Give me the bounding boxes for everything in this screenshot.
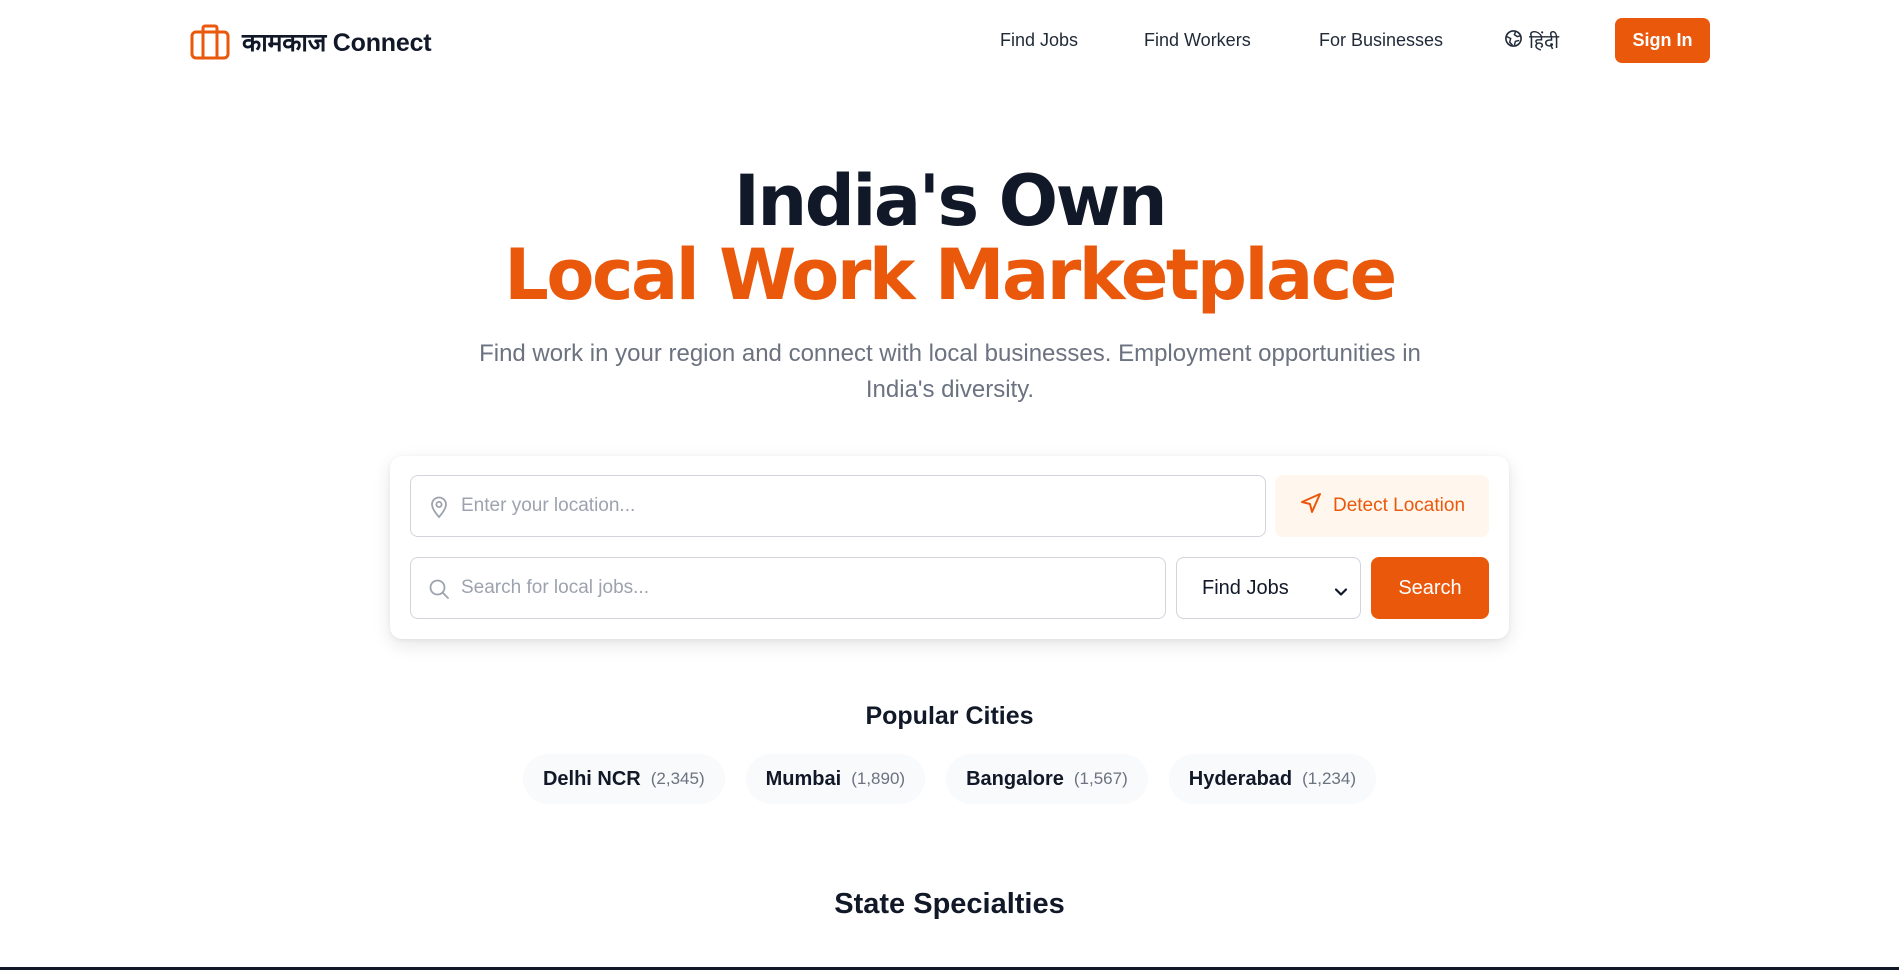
hero-title-line1: India's Own — [733, 160, 1168, 242]
detect-location-label: Detect Location — [1332, 495, 1466, 516]
popular-cities-title: Popular Cities — [865, 702, 1034, 730]
city-name: Delhi NCR — [542, 767, 641, 790]
city-chip-hyderabad[interactable]: Hyderabad (1,234) — [1168, 754, 1377, 804]
city-chip-mumbai[interactable]: Mumbai (1,890) — [745, 754, 926, 804]
hero-subtitle: Find work in your region and connect wit… — [479, 340, 1421, 403]
sign-in-button[interactable]: Sign In — [1615, 18, 1710, 63]
search-mode-select[interactable]: Find Jobs — [1176, 557, 1361, 619]
detect-location-button[interactable]: Detect Location — [1275, 475, 1489, 537]
city-count: (1,567) — [1073, 769, 1128, 788]
search-mode-value: Find Jobs — [1202, 576, 1289, 599]
location-field[interactable] — [410, 475, 1266, 537]
search-icon — [427, 577, 451, 601]
navigation-arrow-icon — [1299, 491, 1323, 521]
state-specialties-title: State Specialties — [834, 888, 1065, 920]
search-button[interactable]: Search — [1371, 557, 1489, 619]
globe-icon — [1504, 29, 1523, 54]
city-chip-bangalore[interactable]: Bangalore (1,567) — [946, 754, 1148, 804]
job-search-field[interactable] — [410, 557, 1166, 619]
city-chip-delhi-ncr[interactable]: Delhi NCR (2,345) — [522, 754, 725, 804]
map-pin-icon — [427, 495, 451, 519]
city-name: Hyderabad — [1188, 767, 1293, 790]
location-input[interactable] — [411, 476, 1265, 536]
nav-find-workers[interactable]: Find Workers — [1144, 30, 1251, 51]
language-switch[interactable]: हिंदी — [1504, 28, 1559, 54]
nav-find-jobs[interactable]: Find Jobs — [1000, 30, 1078, 51]
city-count: (1,890) — [851, 769, 906, 788]
city-name: Bangalore — [966, 767, 1064, 790]
nav-for-businesses[interactable]: For Businesses — [1319, 30, 1443, 51]
site-header: कामकाज Connect Find Jobs Find Workers Fo… — [0, 0, 1899, 84]
job-search-input[interactable] — [411, 558, 1165, 618]
city-count: (1,234) — [1302, 769, 1357, 788]
chevron-down-icon — [1334, 582, 1348, 596]
main-nav: Find Jobs Find Workers For Businesses हि… — [0, 0, 1899, 84]
language-label: हिंदी — [1529, 32, 1560, 53]
popular-cities-list: Delhi NCR (2,345) Mumbai (1,890) Bangalo… — [0, 754, 1899, 804]
search-card: Detect Location Find Jobs Search — [390, 456, 1509, 639]
city-name: Mumbai — [765, 767, 842, 790]
city-count: (2,345) — [650, 769, 705, 788]
hero-title-line2: Local Work Marketplace — [504, 234, 1397, 316]
